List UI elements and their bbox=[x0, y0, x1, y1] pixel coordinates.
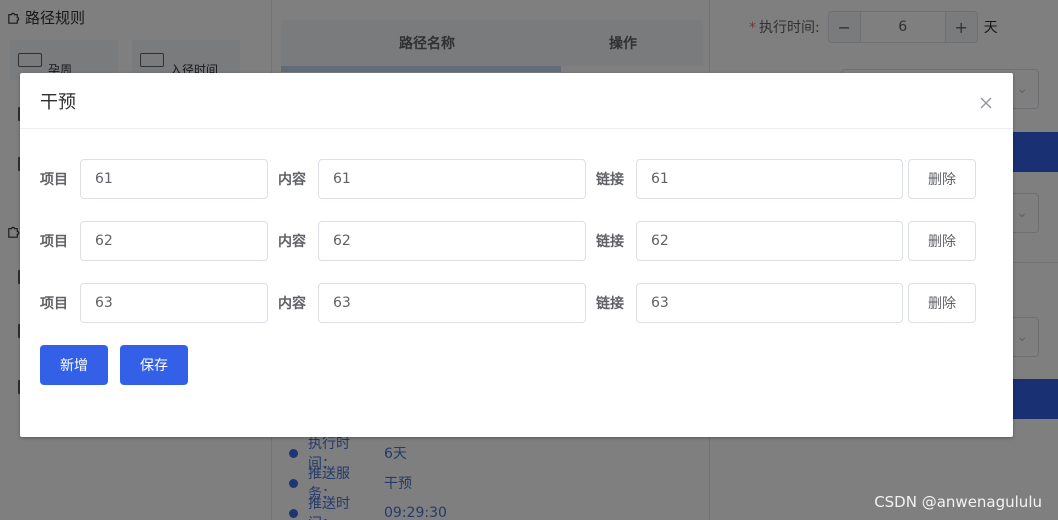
link-input[interactable] bbox=[636, 159, 903, 199]
dialog-actions: 新增 保存 bbox=[40, 345, 993, 385]
dialog-body: 项目 内容 链接 删除 项目 内容 链接 删除 项目 内容 链接 删除 bbox=[20, 129, 1013, 385]
save-button[interactable]: 保存 bbox=[120, 345, 188, 385]
content-label: 内容 bbox=[278, 296, 306, 312]
delete-button[interactable]: 删除 bbox=[908, 221, 976, 261]
link-label: 链接 bbox=[596, 234, 624, 250]
form-row: 项目 内容 链接 删除 bbox=[40, 159, 993, 199]
link-label: 链接 bbox=[596, 172, 624, 188]
link-input[interactable] bbox=[636, 221, 903, 261]
dialog-title: 干预 bbox=[40, 91, 76, 113]
form-row: 项目 内容 链接 删除 bbox=[40, 283, 993, 323]
item-input[interactable] bbox=[80, 221, 268, 261]
delete-button[interactable]: 删除 bbox=[908, 283, 976, 323]
close-icon[interactable] bbox=[979, 96, 993, 110]
link-input[interactable] bbox=[636, 283, 903, 323]
content-input[interactable] bbox=[318, 283, 586, 323]
item-label: 项目 bbox=[40, 296, 68, 312]
intervention-dialog: 干预 项目 内容 链接 删除 项目 内容 链接 删除 项目 内容 链接 bbox=[20, 73, 1013, 437]
content-input[interactable] bbox=[318, 159, 586, 199]
item-label: 项目 bbox=[40, 172, 68, 188]
add-button[interactable]: 新增 bbox=[40, 345, 108, 385]
content-input[interactable] bbox=[318, 221, 586, 261]
dialog-header: 干预 bbox=[20, 73, 1013, 129]
link-label: 链接 bbox=[596, 296, 624, 312]
watermark: CSDN @anwenagululu bbox=[874, 493, 1042, 511]
content-label: 内容 bbox=[278, 234, 306, 250]
item-input[interactable] bbox=[80, 159, 268, 199]
form-row: 项目 内容 链接 删除 bbox=[40, 221, 993, 261]
delete-button[interactable]: 删除 bbox=[908, 159, 976, 199]
item-input[interactable] bbox=[80, 283, 268, 323]
item-label: 项目 bbox=[40, 234, 68, 250]
content-label: 内容 bbox=[278, 172, 306, 188]
